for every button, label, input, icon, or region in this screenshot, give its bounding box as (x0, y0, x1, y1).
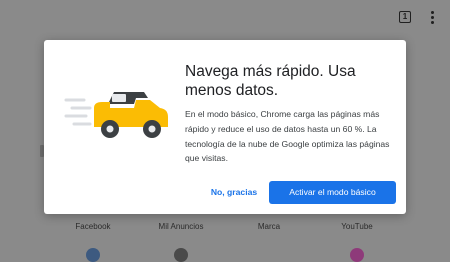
facebook-icon (86, 248, 100, 262)
shortcut-label: Mil Anuncios (158, 222, 204, 231)
shortcut-tile-milanuncios[interactable]: Mil Anuncios (136, 222, 226, 232)
enable-lite-mode-button[interactable]: Activar el modo básico (269, 181, 396, 204)
shortcut-tile-youtube[interactable]: YouTube (312, 222, 402, 232)
dialog-title: Navega más rápido. Usa menos datos. (185, 63, 356, 99)
lite-mode-promo-dialog: Navega más rápido. Usa menos datos. En e… (44, 40, 406, 214)
milanuncios-icon (174, 248, 188, 262)
shortcut-label: Facebook (75, 222, 111, 231)
more-vert-icon[interactable] (426, 11, 438, 25)
fast-car-icon (64, 92, 168, 138)
tab-switcher-button[interactable]: 1 (399, 11, 411, 23)
shortcut-label: Marca (257, 222, 281, 231)
shortcut-label: YouTube (341, 222, 373, 231)
dialog-body: En el modo básico, Chrome carga las pági… (185, 109, 390, 164)
no-thanks-button[interactable]: No, gracias (204, 181, 264, 203)
instagram-icon (350, 248, 364, 262)
shortcut-tiles: Facebook Mil Anuncios Marca YouTube (0, 222, 450, 262)
top-toolbar: 1 (0, 0, 450, 36)
shortcut-tile-marca[interactable]: Marca (224, 222, 314, 232)
shortcut-tile-facebook[interactable]: Facebook (48, 222, 138, 232)
